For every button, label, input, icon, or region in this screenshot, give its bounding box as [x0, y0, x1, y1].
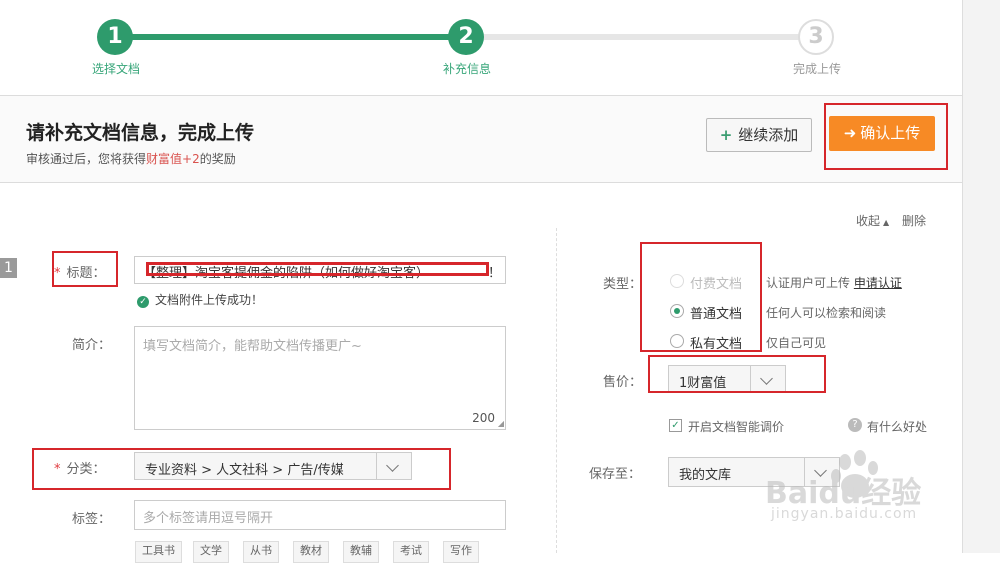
tag-chip[interactable]: 写作 [443, 541, 479, 563]
tag-chip[interactable]: 教材 [293, 541, 329, 563]
price-label: 售价： [603, 375, 643, 390]
question-circle-icon[interactable]: ? [848, 418, 862, 432]
plus-icon: + [719, 126, 733, 144]
right-scroll-gutter[interactable] [962, 0, 1000, 553]
check-circle-icon: ✓ [137, 296, 149, 308]
collapse-link[interactable]: 收起 ▲ [856, 212, 889, 229]
step-2-label: 补充信息 [442, 62, 491, 76]
step-line-pending [466, 34, 816, 40]
paid-doc-desc: 认证用户可上传 申请认证 [766, 276, 902, 290]
page-title: 请补充文档信息，完成上传 [26, 122, 255, 144]
step-3-label: 完成上传 [792, 62, 841, 76]
step-1-label: 选择文档 [91, 62, 140, 76]
private-doc-desc: 仅自己可见 [766, 336, 827, 350]
highlight-box-title-label [52, 251, 118, 287]
smart-price-checkbox[interactable]: ✓ [669, 419, 682, 432]
delete-link[interactable]: 删除 [902, 212, 926, 229]
caret-up-icon: ▲ [883, 218, 890, 227]
row-number-badge: 1 [0, 258, 17, 278]
tags-label: 标签： [72, 512, 112, 527]
highlight-box-price [648, 355, 826, 393]
resize-handle-icon[interactable]: ◢ [498, 419, 504, 428]
upload-success-message: ✓ 文档附件上传成功！ [137, 291, 263, 308]
save-to-label: 保存至： [589, 467, 642, 482]
intro-placeholder: 填写文档简介，能帮助文档传播更广~ [143, 339, 362, 354]
baidu-jingyan-watermark: Baidu经验 jingyan.baidu.com [765, 448, 961, 528]
tags-placeholder: 多个标签请用逗号隔开 [143, 511, 274, 526]
page-subtitle: 审核通过后，您将获得财富值+2的奖励 [26, 152, 236, 166]
header-divider [0, 182, 962, 183]
tag-chip[interactable]: 文学 [193, 541, 229, 563]
step-1-circle: 1 [97, 19, 133, 55]
reward-highlight: 财富值+2 [146, 152, 200, 166]
highlight-box-type [640, 242, 762, 352]
column-separator [556, 228, 557, 553]
highlight-box-title-value [146, 262, 489, 276]
step-line-done [116, 34, 466, 40]
title-end-mark: ！ [487, 266, 501, 281]
step-2-circle: 2 [448, 19, 484, 55]
highlight-box-confirm [824, 103, 948, 170]
apply-certification-link[interactable]: 申请认证 [854, 276, 902, 290]
step-3-circle: 3 [798, 19, 834, 55]
tag-chip[interactable]: 考试 [393, 541, 429, 563]
watermark-url: jingyan.baidu.com [771, 506, 918, 522]
intro-textarea[interactable]: 填写文档简介，能帮助文档传播更广~ 200 ◢ [134, 326, 506, 430]
tag-chip[interactable]: 从书 [243, 541, 279, 563]
tag-chip[interactable]: 教辅 [343, 541, 379, 563]
tags-input[interactable]: 多个标签请用逗号隔开 [134, 500, 506, 530]
highlight-box-category [32, 448, 451, 490]
intro-char-counter: 200 [472, 411, 495, 425]
type-label: 类型： [603, 277, 643, 292]
normal-doc-desc: 任何人可以检索和阅读 [766, 306, 887, 320]
benefit-link[interactable]: 有什么好处 [867, 418, 927, 435]
tag-chip[interactable]: 工具书 [135, 541, 182, 563]
intro-label: 简介： [72, 338, 112, 353]
continue-add-button[interactable]: + 继续添加 [706, 118, 812, 152]
smart-price-label: 开启文档智能调价 [688, 420, 785, 434]
